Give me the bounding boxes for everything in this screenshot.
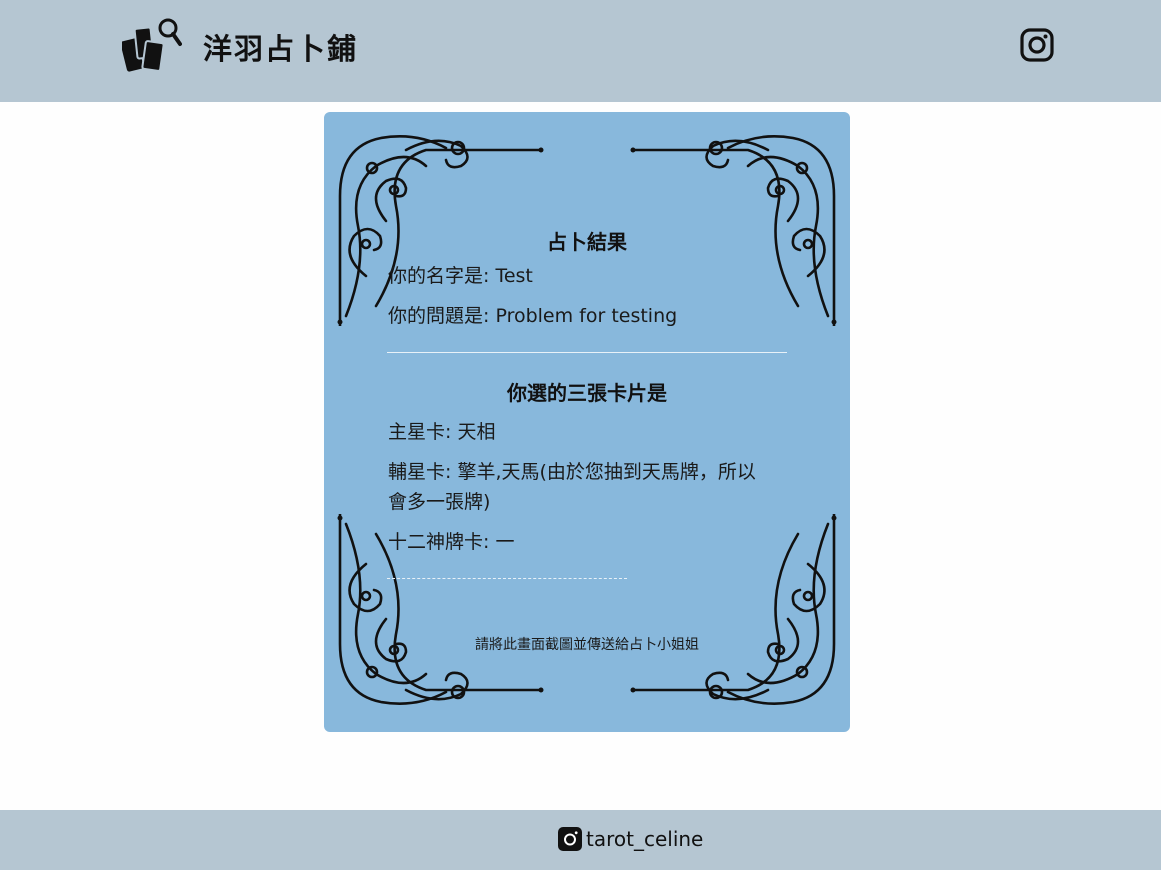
instagram-handle[interactable]: tarot_celine (586, 827, 703, 851)
question-line: 你的問題是: Problem for testing (388, 305, 678, 327)
instagram-icon[interactable] (1019, 27, 1055, 63)
instagram-icon (558, 827, 582, 851)
aux-star-line: 輔星卡: 擎羊,天馬(由於您抽到天馬牌，所以 (388, 461, 756, 483)
tarot-cards-magnifier-icon[interactable] (120, 16, 182, 74)
instagram-link[interactable]: tarot_celine (558, 827, 703, 851)
dashed-divider (387, 578, 627, 579)
result-title: 占卜結果 (547, 230, 627, 254)
site-title[interactable]: 洋羽占卜鋪 (203, 26, 358, 68)
cards-title: 你選的三張卡片是 (507, 381, 667, 405)
result-card: 占卜結果 你的名字是: Test 你的問題是: Problem for test… (324, 112, 850, 732)
site-footer: tarot_celine (0, 810, 1161, 870)
site-header: 洋羽占卜鋪 (0, 0, 1161, 102)
aux-star-line-cont: 會多一張牌) (388, 491, 491, 513)
screenshot-instruction: 請將此畫面截圖並傳送給占卜小姐姐 (475, 637, 699, 653)
name-line: 你的名字是: Test (388, 265, 533, 287)
main-star-line: 主星卡: 天相 (388, 421, 496, 443)
divider (387, 352, 787, 353)
twelve-gods-line: 十二神牌卡: 一 (388, 531, 515, 553)
